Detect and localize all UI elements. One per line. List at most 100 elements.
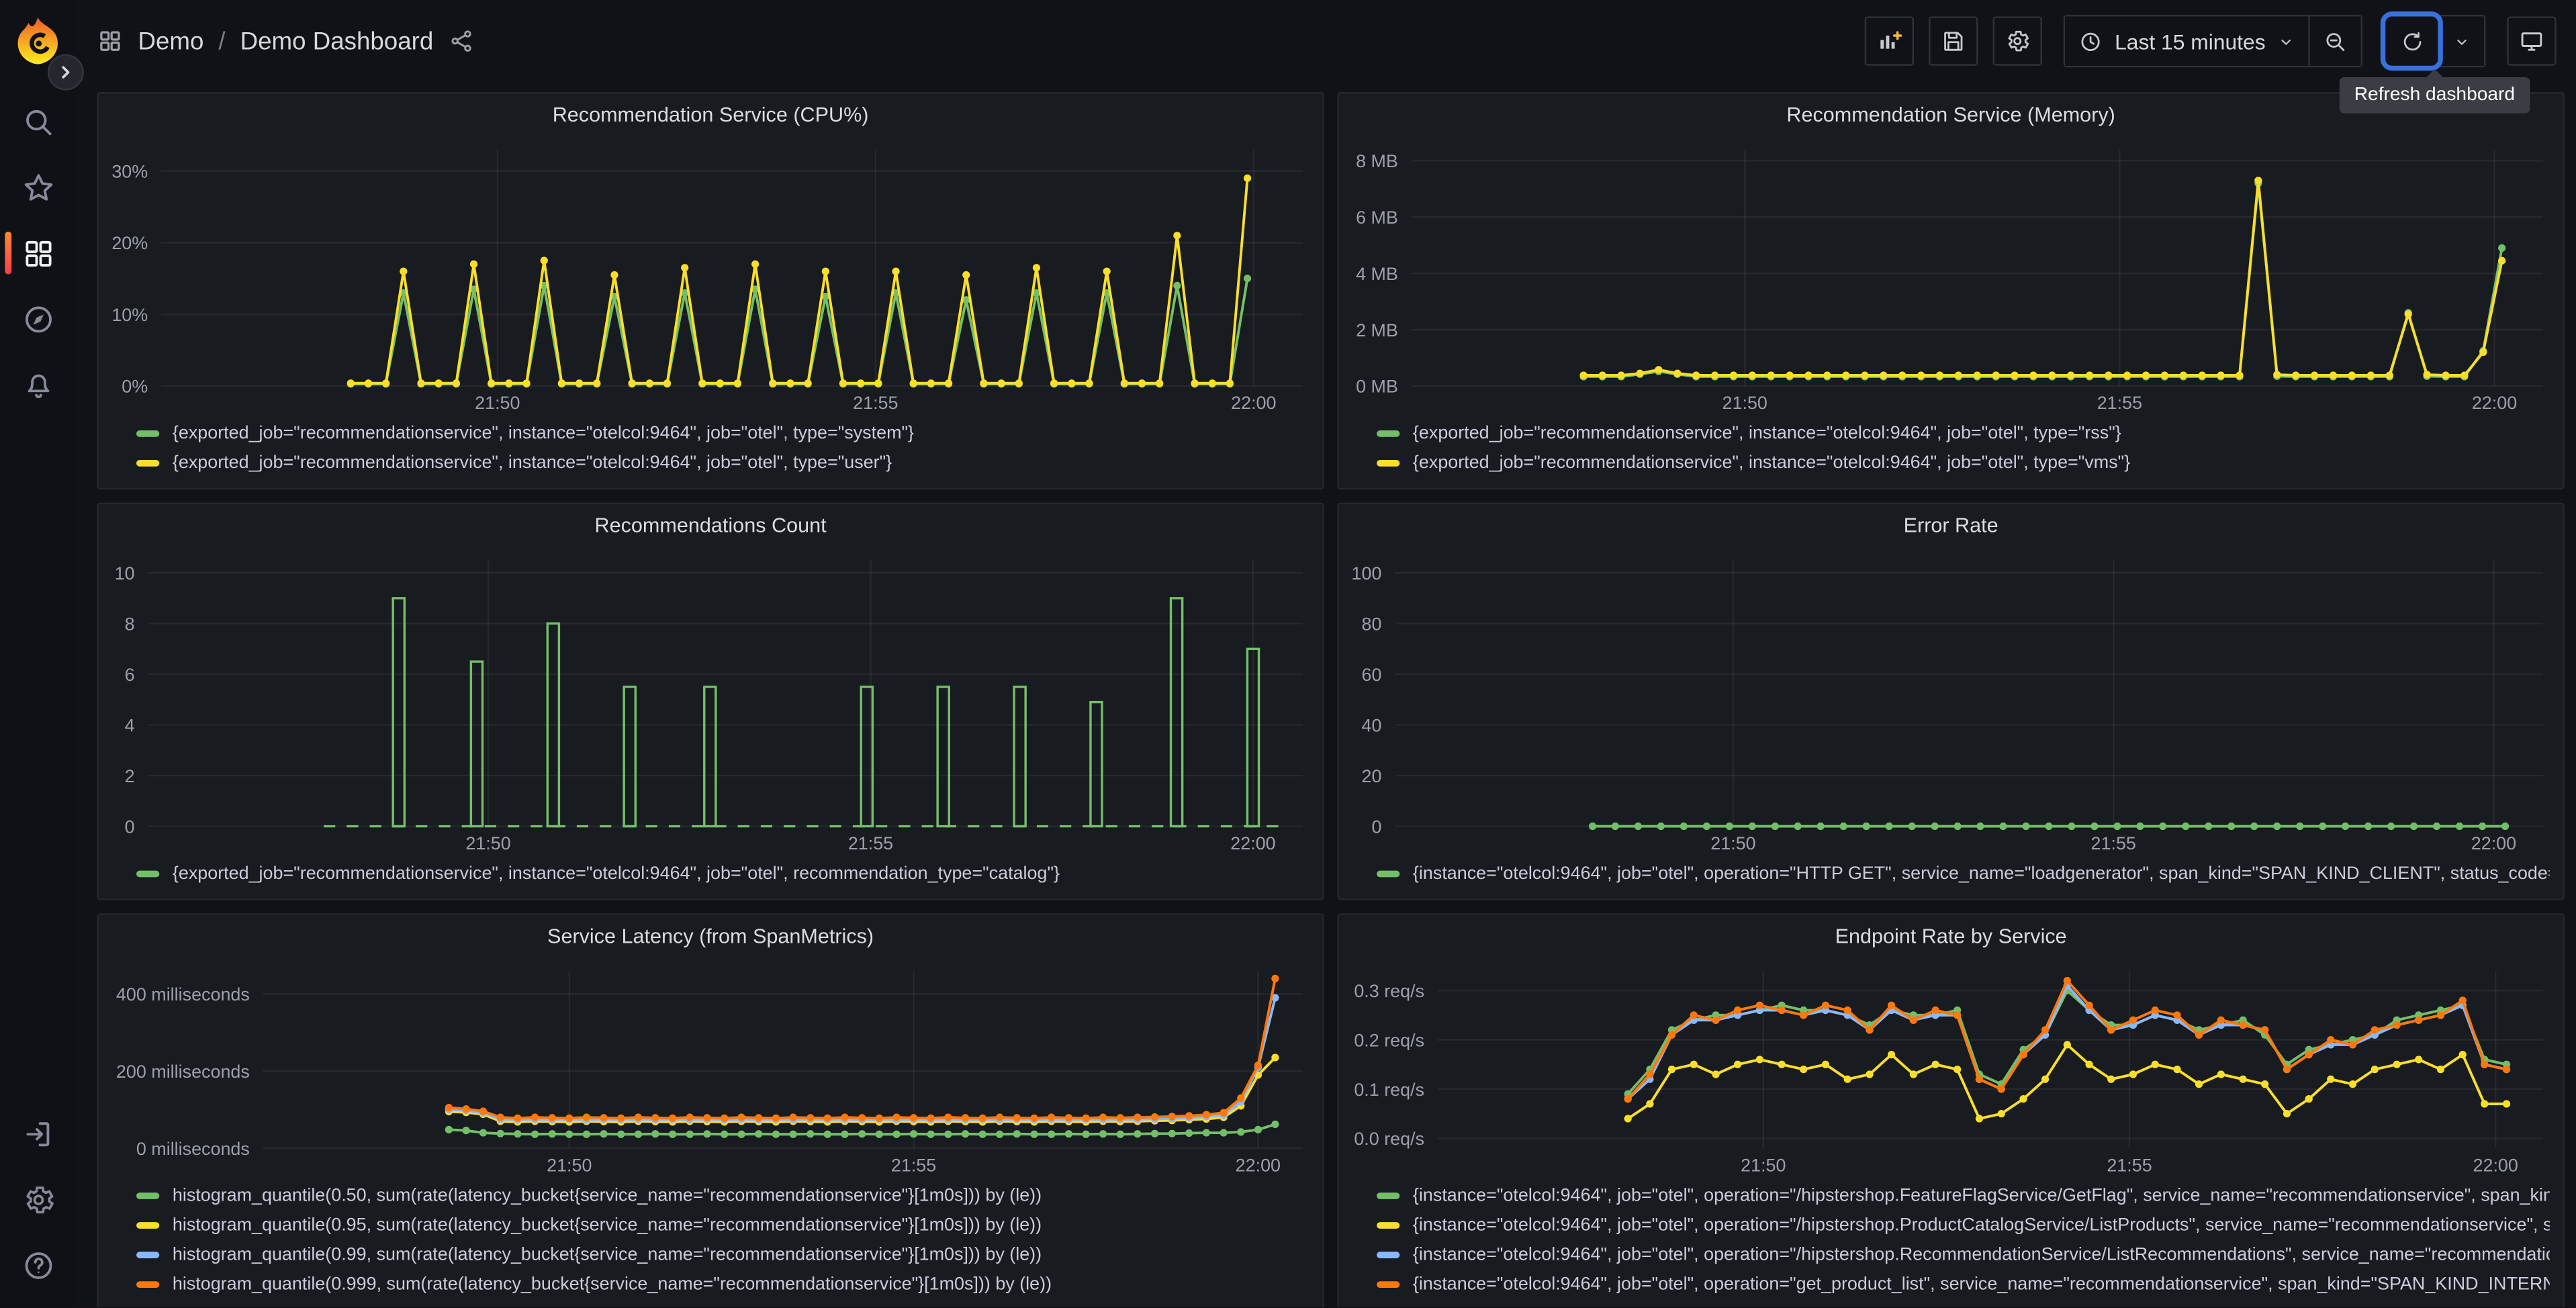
bar-series — [392, 597, 1260, 828]
sidebar-item-settings[interactable] — [0, 1166, 76, 1232]
y-tick-label: 60 — [1362, 665, 1382, 685]
legend-label[interactable]: {instance="otelcol:9464", job="otel", op… — [1413, 1186, 2550, 1205]
sidebar-item-dashboards[interactable] — [0, 220, 76, 286]
breadcrumb-section[interactable]: Demo — [138, 27, 204, 55]
legend-label[interactable]: histogram_quantile(0.50, sum(rate(latenc… — [173, 1186, 1042, 1205]
panel-title[interactable]: Recommendation Service (CPU%) — [553, 103, 869, 126]
legend-label[interactable]: {exported_job="recommendationservice", i… — [173, 424, 914, 443]
chart-canvas[interactable]: 21:50 21:55 22:00 0.0 req/s 0.1 req/s 0.2 req… — [1339, 957, 2563, 1178]
panel-legend: {exported_job="recommendationservice", i… — [99, 416, 1323, 488]
bar — [703, 686, 717, 828]
legend-label[interactable]: {exported_job="recommendationservice", i… — [173, 453, 892, 473]
legend-item: histogram_quantile(0.999, sum(rate(laten… — [136, 1270, 1309, 1299]
bar — [1013, 686, 1027, 828]
save-dashboard-button[interactable] — [1929, 16, 1979, 66]
y-tick-label: 30% — [111, 161, 148, 181]
legend-label[interactable]: {instance="otelcol:9464", job="otel", op… — [1413, 1215, 2550, 1235]
series-line-green — [351, 278, 1249, 385]
legend-swatch — [1377, 1281, 1400, 1289]
panel-header: Service Latency (from SpanMetrics) — [99, 915, 1323, 958]
x-tick-label: 22:00 — [1231, 393, 1276, 413]
legend-label[interactable]: histogram_quantile(0.95, sum(rate(latenc… — [173, 1215, 1042, 1235]
chart-canvas[interactable]: 21:50 21:55 22:00 0 milliseconds 200 millise… — [99, 957, 1323, 1178]
y-tick-label: 8 — [125, 614, 135, 634]
legend-label[interactable]: {instance="otelcol:9464", job="otel", op… — [1413, 1245, 2550, 1264]
tooltip-text: Refresh dashboard — [2354, 85, 2516, 105]
sidebar-item-alerting[interactable] — [0, 352, 76, 418]
panel-chart-area: 21:50 21:55 22:00 0 20 40 60 80 100 — [1339, 547, 2563, 856]
breadcrumb-page[interactable]: Demo Dashboard — [240, 27, 434, 55]
cycle-view-mode-button[interactable] — [2507, 16, 2557, 66]
legend-swatch — [136, 1222, 160, 1229]
legend-label[interactable]: {exported_job="recommendationservice", i… — [1413, 424, 2121, 443]
panel-title[interactable]: Endpoint Rate by Service — [1835, 925, 2067, 947]
legend-item: {exported_job="recommendationservice", i… — [1377, 419, 2550, 449]
legend-item: histogram_quantile(0.95, sum(rate(latenc… — [136, 1211, 1309, 1240]
y-tick-label: 8 MB — [1356, 151, 1398, 171]
x-tick-label: 21:50 — [475, 393, 520, 413]
sidebar-item-help[interactable] — [0, 1232, 76, 1298]
share-icon[interactable] — [448, 28, 474, 54]
chart-canvas[interactable]: 21:50 21:55 22:00 0 2 4 6 8 10 — [99, 547, 1323, 856]
y-tick-label: 2 — [125, 766, 135, 786]
sidebar-item-favorites[interactable] — [0, 154, 76, 220]
sidebar-expand-button[interactable] — [47, 54, 84, 91]
sidebar-item-sign-in[interactable] — [0, 1101, 76, 1166]
dashboard-settings-button[interactable] — [1993, 16, 2043, 66]
x-tick-label: 21:50 — [1710, 833, 1755, 853]
legend-label[interactable]: {instance="otelcol:9464", job="otel", op… — [1413, 864, 2550, 884]
zoom-out-time-button[interactable] — [2308, 16, 2361, 66]
legend-label[interactable]: {exported_job="recommendationservice", i… — [173, 864, 1060, 884]
panel-header: Recommendations Count — [99, 504, 1323, 547]
add-panel-button[interactable] — [1865, 16, 1915, 66]
bar — [469, 660, 484, 828]
panel-error-rate: Error Rate 21:50 21:55 22:00 0 20 40 60 80 100 {in… — [1337, 502, 2565, 900]
refresh-interval-dropdown[interactable] — [2438, 16, 2485, 66]
legend-label[interactable]: histogram_quantile(0.999, sum(rate(laten… — [173, 1274, 1052, 1294]
time-range-picker[interactable]: Last 15 minutes — [2065, 16, 2309, 66]
refresh-dashboard-button[interactable] — [2380, 11, 2443, 71]
legend-item: {instance="otelcol:9464", job="otel", op… — [1377, 1181, 2550, 1211]
panel-title[interactable]: Error Rate — [1904, 514, 1998, 537]
legend-swatch — [136, 1281, 160, 1289]
sidebar-item-search[interactable] — [0, 89, 76, 154]
panel-endpoint-rate: Endpoint Rate by Service 21:50 21:55 22:00 0… — [1337, 913, 2565, 1308]
chevron-down-icon — [2453, 32, 2471, 50]
series-line-green — [1583, 182, 2503, 378]
zoom-out-icon — [2323, 29, 2348, 54]
bar — [1089, 700, 1103, 828]
panel-header: Recommendation Service (CPU%) — [99, 93, 1323, 136]
legend-item: {instance="otelcol:9464", job="otel", op… — [1377, 859, 2550, 888]
legend-swatch — [136, 430, 160, 437]
x-tick-label: 22:00 — [2471, 833, 2516, 853]
series-markers-yellow — [1579, 177, 2506, 379]
y-tick-label: 4 MB — [1356, 264, 1398, 284]
panel-title[interactable]: Service Latency (from SpanMetrics) — [547, 925, 874, 947]
panel-legend: {instance="otelcol:9464", job="otel", op… — [1339, 1178, 2563, 1307]
legend-label[interactable]: histogram_quantile(0.99, sum(rate(latenc… — [173, 1245, 1042, 1264]
clock-icon — [2078, 29, 2103, 54]
series-line-yellow — [1583, 179, 2503, 377]
sidebar-top-items — [0, 89, 76, 417]
chart-canvas[interactable]: 21:50 21:55 22:00 0 MB 2 MB 4 MB 6 MB 8 MB — [1339, 136, 2563, 416]
legend-item: {instance="otelcol:9464", job="otel", op… — [1377, 1240, 2550, 1270]
dashboard-grid: Recommendation Service (CPU%) 21:50 21:55 2… — [76, 82, 2576, 1308]
legend-item: {exported_job="recommendationservice", i… — [136, 859, 1309, 888]
chart-canvas[interactable]: 21:50 21:55 22:00 0 20 40 60 80 100 — [1339, 547, 2563, 856]
sidebar-item-explore[interactable] — [0, 286, 76, 352]
breadcrumb: Demo / Demo Dashboard — [97, 27, 474, 55]
panel-title[interactable]: Recommendations Count — [595, 514, 827, 537]
legend-label[interactable]: {exported_job="recommendationservice", i… — [1413, 453, 2130, 473]
dashboards-grid-icon — [21, 236, 55, 270]
y-tick-label: 0.3 req/s — [1354, 981, 1424, 1001]
navbar: Demo / Demo Dashboard Last 15 minutes — [76, 0, 2576, 82]
series-line-blue — [449, 997, 1277, 1121]
legend-label[interactable]: {instance="otelcol:9464", job="otel", op… — [1413, 1274, 2550, 1294]
sidebar-bottom-items — [0, 1101, 76, 1298]
series-markers-yellow — [347, 174, 1252, 387]
series-line-orange — [449, 978, 1277, 1120]
legend-swatch — [136, 460, 160, 467]
bar — [1169, 597, 1184, 828]
chart-canvas[interactable]: 21:50 21:55 22:00 0% 10% 20% 30% — [99, 136, 1323, 416]
panel-title[interactable]: Recommendation Service (Memory) — [1786, 103, 2115, 126]
